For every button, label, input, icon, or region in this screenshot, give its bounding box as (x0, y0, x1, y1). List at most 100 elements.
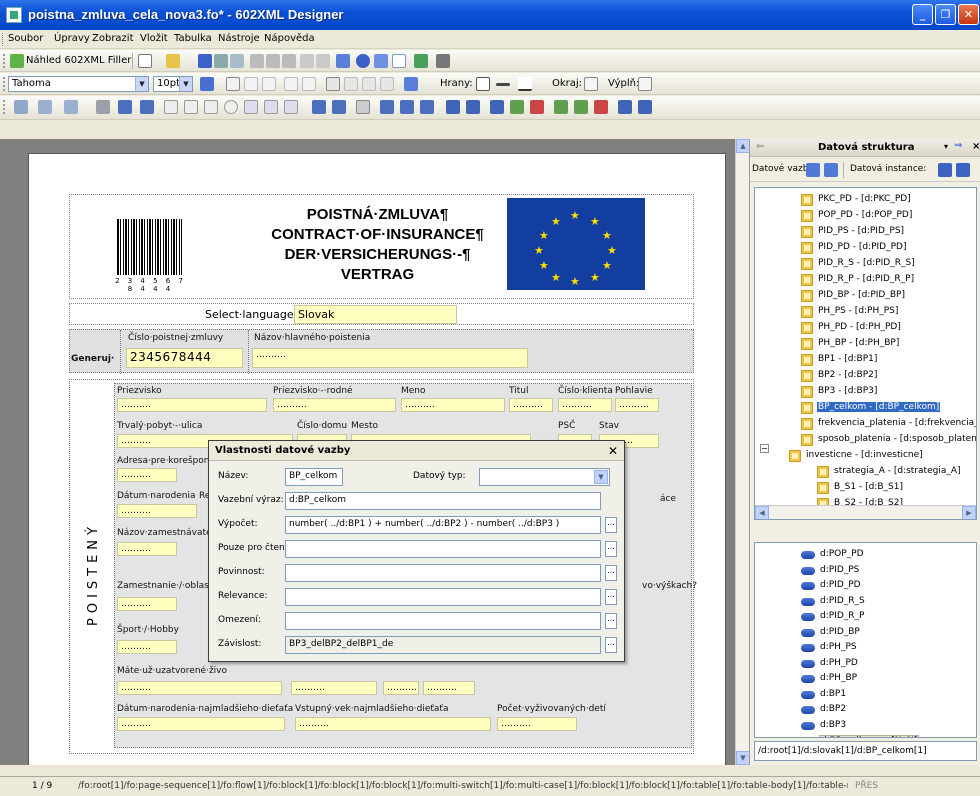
binding-tree-icon[interactable] (824, 163, 838, 177)
combo-icon[interactable] (264, 100, 278, 114)
data-icon[interactable] (336, 54, 350, 68)
insert-col-icon[interactable] (490, 100, 504, 114)
surname-field[interactable]: ………. (117, 398, 267, 412)
instance-refresh-icon[interactable] (938, 163, 952, 177)
datatype-select[interactable]: ▼ (479, 468, 610, 486)
scroll-down-icon[interactable]: ▼ (736, 751, 750, 765)
step-icon[interactable] (392, 54, 406, 68)
align-icon[interactable] (380, 100, 394, 114)
birth-surname-field[interactable]: ………. (273, 398, 396, 412)
print-preview-icon[interactable] (230, 54, 244, 68)
close-icon[interactable]: ✕ (608, 444, 618, 458)
new-document-icon[interactable] (138, 54, 152, 68)
menu-napoveda[interactable]: Nápověda (264, 33, 315, 44)
menu-nastroje[interactable]: Nástroje (218, 33, 260, 44)
font-color-icon[interactable] (200, 77, 214, 91)
name-input[interactable]: BP_celkom (285, 468, 343, 486)
bold-icon[interactable] (226, 77, 240, 91)
object-icon[interactable] (14, 100, 28, 114)
maximize-button[interactable]: ❐ (935, 4, 956, 25)
cell-props-icon[interactable] (638, 100, 652, 114)
insert-table-icon[interactable] (312, 100, 326, 114)
tree-horizontal-scrollbar[interactable]: ◀ ▶ (755, 505, 976, 519)
add-binding-icon[interactable] (806, 163, 820, 177)
redo-icon[interactable] (316, 54, 330, 68)
undo-icon[interactable] (300, 54, 314, 68)
menubar-grip[interactable] (2, 33, 5, 46)
list-icon[interactable] (244, 100, 258, 114)
toolbar-grip-2[interactable] (3, 77, 6, 91)
relevance-browse-button[interactable]: ... (605, 589, 617, 605)
binding-expression-input[interactable]: d:BP_celkom (285, 492, 601, 510)
first-name-field[interactable]: ………. (401, 398, 505, 412)
object-icon[interactable] (64, 100, 78, 114)
preview-filler-button[interactable]: Náhled 602XML Filler (26, 55, 131, 66)
border-color-icon[interactable] (518, 77, 532, 91)
calculation-browse-button[interactable]: ... (605, 517, 617, 533)
paste-icon[interactable] (282, 54, 296, 68)
constraint-input[interactable] (285, 612, 601, 630)
binding-tree[interactable]: PKC_PD - [d:PKC_PD] POP_PD - [d:POP_PD] PI… (754, 187, 977, 520)
minimize-button[interactable]: _ (912, 4, 933, 25)
insert-row-below-icon[interactable] (574, 100, 588, 114)
align-left-icon[interactable] (326, 77, 340, 91)
italic-icon[interactable] (244, 77, 258, 91)
delete-col-icon[interactable] (530, 100, 544, 114)
radio-icon[interactable] (224, 100, 238, 114)
document-title[interactable]: POISTNÁ·ZMLUVA¶ CONTRACT·OF·INSURANCE¶ D… (250, 205, 505, 285)
select-icon[interactable] (356, 100, 370, 114)
dependency-input[interactable]: BP3_delBP2_delBP1_de (285, 636, 601, 654)
toolbar-grip[interactable] (3, 54, 6, 68)
existing-insurance-field-4[interactable]: ………. (423, 681, 475, 695)
readonly-input[interactable] (285, 540, 601, 558)
validate-icon[interactable] (414, 54, 428, 68)
sport-field[interactable]: ………. (117, 640, 177, 654)
align-right-icon[interactable] (362, 77, 376, 91)
main-insurance-field[interactable]: ………. (252, 348, 528, 368)
policy-number-field[interactable]: 2345678444 (126, 348, 243, 368)
delete-icon[interactable] (96, 100, 110, 114)
readonly-browse-button[interactable]: ... (605, 541, 617, 557)
generuj-button[interactable]: Generuj· (71, 354, 114, 364)
line-weight-icon[interactable] (496, 83, 510, 86)
title-field[interactable]: ………. (509, 398, 553, 412)
justify-icon[interactable] (380, 77, 394, 91)
calculation-input[interactable]: number( ../d:BP1 ) + number( ../d:BP2 ) … (285, 516, 601, 534)
record-icon[interactable] (356, 54, 370, 68)
checkbox-icon[interactable] (204, 100, 218, 114)
object-icon[interactable] (38, 100, 52, 114)
padding-icon[interactable] (638, 77, 652, 91)
align-icon[interactable] (420, 100, 434, 114)
font-size-select[interactable]: 10pt ▼ (153, 76, 193, 92)
align-icon[interactable] (400, 100, 414, 114)
panel-close-icon[interactable]: × (972, 141, 980, 152)
menu-zobrazit[interactable]: Zobrazit (92, 33, 134, 44)
children-count-field[interactable]: ………. (497, 717, 577, 731)
menu-upravy[interactable]: Úpravy (54, 33, 90, 44)
existing-insurance-field[interactable]: ………. (117, 681, 282, 695)
forward-arrow-icon[interactable]: ⇒ (954, 140, 962, 151)
layout-icon[interactable] (436, 54, 450, 68)
correspondence-field[interactable]: ………. (117, 468, 177, 482)
font-family-select[interactable]: Tahoma ▼ (8, 76, 149, 92)
superscript-icon[interactable] (284, 77, 298, 91)
scroll-right-icon[interactable]: ▶ (962, 506, 976, 519)
instance-list[interactable]: d:POP_PD d:PID_PS d:PID_PD d:PID_R_S d:PID_R… (754, 542, 977, 738)
margin-icon[interactable] (584, 77, 598, 91)
insert-row-above-icon[interactable] (554, 100, 568, 114)
copy-icon[interactable] (266, 54, 280, 68)
header-block[interactable]: 2 3 4 5 6 7 8 4 4 4 POISTNÁ·ZMLUVA¶ CONT… (69, 194, 694, 299)
birth-date-field[interactable]: ………. (117, 504, 197, 518)
table-icon[interactable] (284, 100, 298, 114)
document-scrollbar[interactable]: ▲ ▼ (735, 139, 750, 765)
constraint-browse-button[interactable]: ... (605, 613, 617, 629)
language-select[interactable]: Slovak (294, 305, 457, 324)
open-folder-icon[interactable] (166, 54, 180, 68)
insert-col-icon[interactable] (510, 100, 524, 114)
align-center-icon[interactable] (344, 77, 358, 91)
tree-collapse-icon[interactable]: − (760, 444, 769, 453)
existing-insurance-field-2[interactable]: ………. (291, 681, 377, 695)
dialog-title-bar[interactable]: Vlastnosti datové vazby ✕ (209, 441, 624, 461)
split-icon[interactable] (466, 100, 480, 114)
fill-color-icon[interactable] (404, 77, 418, 91)
